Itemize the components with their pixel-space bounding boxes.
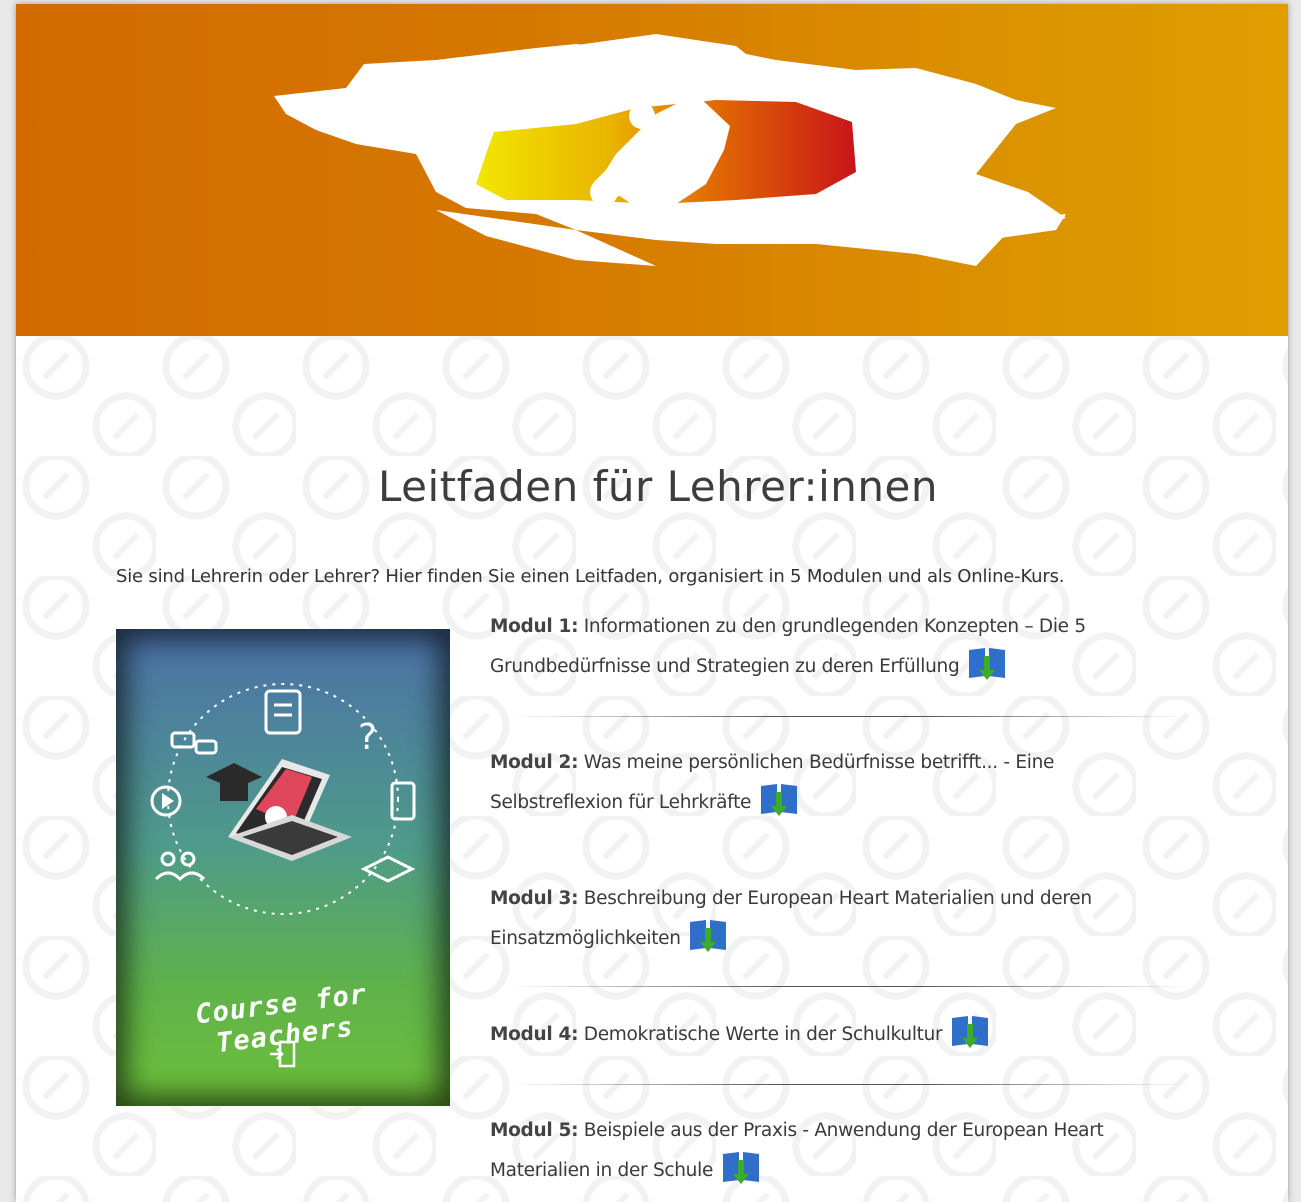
- module-divider: [510, 1084, 1190, 1085]
- module-item-4: Modul 4: Demokratische Werte in der Schu…: [490, 1014, 1150, 1054]
- book-download-icon[interactable]: [759, 782, 799, 818]
- svg-text:?: ?: [358, 717, 377, 758]
- module-label: Modul 4:: [490, 1024, 579, 1045]
- course-cover-image[interactable]: ? Course for Teachers: [116, 629, 450, 1106]
- module-description: Demokratische Werte in der Schulkultur: [578, 1024, 943, 1045]
- book-download-icon[interactable]: [721, 1150, 761, 1186]
- module-item-1: Modul 1: Informationen zu den grundlegen…: [490, 608, 1150, 686]
- module-description: Beschreibung der European Heart Material…: [490, 888, 1092, 949]
- module-label: Modul 2:: [490, 752, 579, 773]
- laptop-course-illustration: ?: [150, 683, 416, 915]
- page: Leitfaden für Lehrer:innen Sie sind Lehr…: [16, 4, 1288, 1202]
- header-banner: [16, 4, 1288, 336]
- enter-door-icon: [270, 1040, 296, 1068]
- module-item-5: Modul 5: Beispiele aus der Praxis - Anwe…: [490, 1112, 1150, 1190]
- module-divider: [510, 986, 1190, 987]
- puzzle-hands-illustration: [274, 34, 1066, 266]
- module-description: Beispiele aus der Praxis - Anwendung der…: [490, 1120, 1104, 1181]
- module-label: Modul 5:: [490, 1120, 579, 1141]
- module-item-2: Modul 2: Was meine persönlichen Bedürfni…: [490, 744, 1150, 822]
- intro-text: Sie sind Lehrerin oder Lehrer? Hier find…: [116, 566, 1065, 587]
- module-item-3: Modul 3: Beschreibung der European Heart…: [490, 880, 1150, 958]
- book-download-icon[interactable]: [688, 918, 728, 954]
- book-download-icon[interactable]: [967, 646, 1007, 682]
- book-download-icon[interactable]: [950, 1014, 990, 1050]
- module-divider: [510, 716, 1190, 717]
- module-label: Modul 1:: [490, 616, 579, 637]
- module-label: Modul 3:: [490, 888, 579, 909]
- page-title: Leitfaden für Lehrer:innen: [377, 462, 938, 511]
